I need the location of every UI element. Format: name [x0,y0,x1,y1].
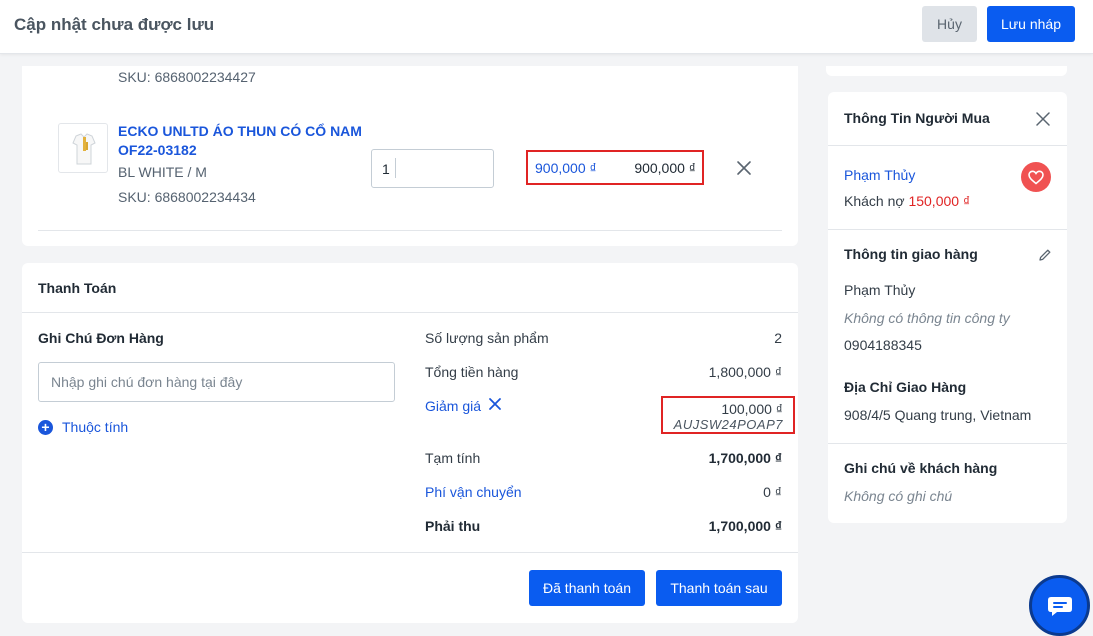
subtotal-label: Tổng tiền hàng [425,364,519,380]
customer-note-title: Ghi chú về khách hàng [844,460,998,476]
divider [22,312,798,313]
save-draft-button[interactable]: Lưu nháp [987,6,1075,42]
qty-value: 2 [774,330,782,346]
chat-button[interactable] [1029,575,1090,636]
close-icon [737,161,751,175]
product-variant: BL WHITE / M [118,164,207,180]
debt-amount: 150,000 ₫ [908,193,971,209]
quantity-input[interactable] [371,149,494,188]
buyer-info-title: Thông Tin Người Mua [844,110,990,126]
debt-label: Khách nợ [844,193,905,209]
divider [828,229,1067,230]
edit-shipping-button[interactable] [1038,248,1052,262]
shipping-info-title: Thông tin giao hàng [844,246,978,262]
amount-due-label: Phải thu [425,518,481,534]
shipping-fee-value: 0 ₫ [763,484,782,500]
no-customer-note: Không có ghi chú [844,488,953,504]
shipping-fee-link[interactable]: Phí vận chuyển [425,484,522,500]
unit-price-link[interactable]: 900,000 ₫ [535,160,597,176]
pencil-icon [1039,249,1051,261]
paid-button[interactable]: Đã thanh toán [529,570,645,606]
divider [38,230,782,231]
ship-name: Phạm Thủy [844,282,916,298]
discount-value: 100,000 ₫ [721,401,783,417]
discount-code: AUJSW24POAP7 [673,417,783,432]
buyer-name-link[interactable]: Phạm Thủy [844,167,915,183]
cancel-button[interactable]: Hủy [922,6,977,42]
address-title: Địa Chỉ Giao Hàng [844,379,967,395]
page-title: Cập nhật chưa được lưu [14,15,215,34]
add-attribute-label: Thuộc tính [62,419,129,435]
close-buyer-button[interactable] [1036,112,1050,126]
close-icon [489,398,501,410]
previous-item-sku: SKU: 6868002234427 [118,69,256,85]
tshirt-icon [72,133,96,165]
provisional-value: 1,700,000 ₫ [708,450,782,466]
payment-title: Thanh Toán [38,280,117,296]
heart-icon [1028,169,1044,185]
quantity-divider [395,158,396,178]
payment-card: Thanh Toán Ghi Chú Đơn Hàng + Thuộc tính… [22,263,798,623]
price-highlight-box: 900,000 ₫ 900,000 ₫ [526,150,704,185]
amount-due-value: 1,700,000 ₫ [708,518,782,534]
divider [828,145,1067,146]
customer-debt: Khách nợ 150,000 ₫ [844,193,970,209]
order-note-title: Ghi Chú Đơn Hàng [38,330,164,346]
remove-item-button[interactable] [735,159,753,177]
product-sku: SKU: 6868002234434 [118,189,256,205]
discount-link[interactable]: Giảm giá [425,398,481,414]
product-list-card: SKU: 6868002234427 ECKO UNLTD ÁO THUN CÓ… [22,66,798,246]
address: 908/4/5 Quang trung, Vietnam [844,407,1032,423]
pay-later-button[interactable]: Thanh toán sau [656,570,782,606]
order-note-input[interactable] [38,362,395,402]
divider [22,552,798,553]
discount-highlight-box: 100,000 ₫ AUJSW24POAP7 [661,396,795,434]
line-total: 900,000 ₫ [634,160,696,176]
close-icon [1036,112,1050,126]
subtotal-value: 1,800,000 ₫ [708,364,782,380]
no-company-info: Không có thông tin công ty [844,310,1010,326]
product-thumbnail [58,123,108,173]
product-name-link[interactable]: ECKO UNLTD ÁO THUN CÓ CỔ NAM OF22-03182 [118,122,368,160]
phone-number: 0904188345 [844,337,922,353]
side-panel-top [826,66,1067,76]
qty-label: Số lượng sản phẩm [425,330,549,346]
provisional-label: Tạm tính [425,450,481,466]
top-bar: Cập nhật chưa được lưu Hủy Lưu nháp [0,0,1093,54]
chat-icon [1047,596,1072,616]
favorite-button[interactable] [1021,162,1051,192]
buyer-info-card: Thông Tin Người Mua Phạm Thủy Khách nợ 1… [828,92,1067,523]
plus-circle-icon: + [38,419,53,435]
remove-discount-button[interactable] [488,397,502,411]
divider [828,443,1067,444]
add-attribute-link[interactable]: + Thuộc tính [38,419,128,435]
